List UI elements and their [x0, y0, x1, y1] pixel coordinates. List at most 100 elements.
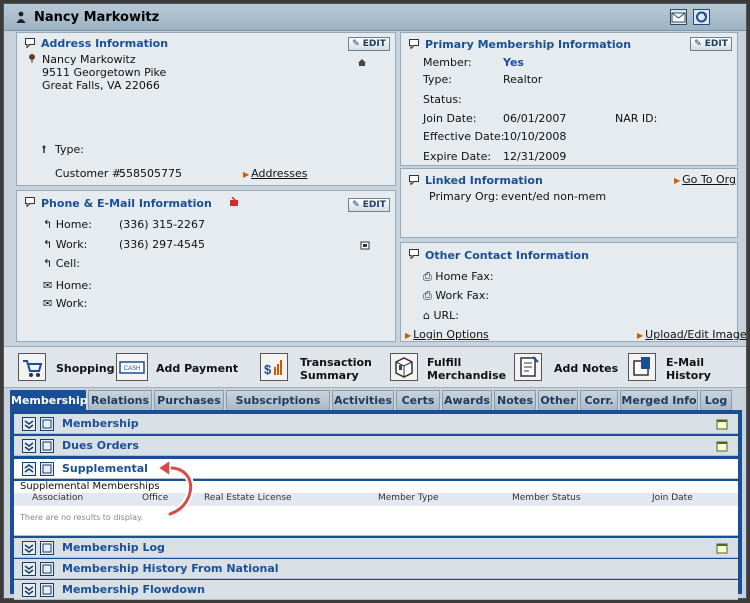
- address-type-label: Type:: [55, 143, 84, 156]
- section-dues-orders[interactable]: Dues Orders: [14, 436, 738, 456]
- address-title: Address Information: [41, 37, 169, 50]
- addresses-link-label[interactable]: Addresses: [251, 167, 307, 180]
- svg-text:CASH: CASH: [124, 366, 141, 372]
- window-icon[interactable]: [40, 439, 54, 453]
- tab-membership[interactable]: Membership: [10, 390, 88, 410]
- column-member-type[interactable]: Member Type: [378, 493, 439, 503]
- tab-certs[interactable]: Certs: [396, 390, 440, 410]
- transaction-summary-button[interactable]: $ Transaction Summary: [260, 353, 372, 383]
- home-email-label-text: Home:: [55, 279, 92, 292]
- tab-corr[interactable]: Corr.: [580, 390, 618, 410]
- location-pin-icon: [29, 54, 35, 63]
- empty-results-message: There are no results to display.: [20, 513, 144, 522]
- linked-panel: Linked Information ▶ Go To Org Primary Or…: [400, 168, 738, 238]
- fulfill-label-line1: Fulfill: [427, 356, 462, 369]
- speech-bubble-icon: [25, 38, 35, 48]
- cell-phone-label: ↰ Cell:: [43, 257, 80, 270]
- tab-other[interactable]: Other: [538, 390, 578, 410]
- section-membership[interactable]: Membership: [14, 414, 738, 434]
- home-fax-label: ⎙ Home Fax:: [423, 270, 494, 284]
- phone-add-icon[interactable]: [229, 197, 240, 207]
- tab-activities[interactable]: Activities: [332, 390, 394, 410]
- address-edit-button[interactable]: ✎ EDIT: [348, 37, 390, 51]
- envelope-icon: ✉: [43, 297, 56, 310]
- mail-icon[interactable]: [670, 9, 687, 25]
- column-member-status[interactable]: Member Status: [512, 493, 581, 503]
- email-history-label: E-Mail History: [666, 356, 711, 382]
- shopping-label: Shopping: [56, 362, 115, 375]
- customer-number-label: Customer #:: [55, 167, 125, 180]
- go-to-org-link[interactable]: ▶ Go To Org: [674, 173, 736, 186]
- go-to-org-label[interactable]: Go To Org: [682, 173, 736, 186]
- calendar-icon[interactable]: [716, 440, 728, 452]
- join-date-value: 06/01/2007: [503, 112, 567, 125]
- extension-icon[interactable]: [360, 241, 371, 251]
- effective-date-value: 10/10/2008: [503, 130, 567, 143]
- phone-icon: ↰: [43, 238, 56, 251]
- tab-purchases[interactable]: Purchases: [154, 390, 224, 410]
- phone-edit-button[interactable]: ✎ EDIT: [348, 198, 390, 212]
- type-icon: [42, 145, 46, 153]
- section-supplemental[interactable]: Supplemental: [14, 459, 738, 479]
- chevron-down-icon[interactable]: [22, 562, 36, 576]
- member-label: Member:: [423, 56, 472, 69]
- tab-log[interactable]: Log: [700, 390, 732, 410]
- chevron-down-icon[interactable]: [22, 583, 36, 597]
- window-icon[interactable]: [40, 417, 54, 431]
- chevron-down-icon[interactable]: [22, 439, 36, 453]
- calendar-icon[interactable]: [716, 542, 728, 554]
- customer-number-value: 558505775: [119, 167, 182, 180]
- membership-status-label: Status:: [423, 93, 462, 106]
- fulfill-label-line2: Merchandise: [427, 369, 507, 382]
- window-icon[interactable]: [40, 562, 54, 576]
- chevron-up-icon[interactable]: [22, 462, 36, 476]
- home-fax-label-text: Home Fax:: [435, 270, 494, 283]
- membership-edit-button[interactable]: ✎ EDIT: [690, 37, 732, 51]
- email-history-icon: [628, 353, 656, 381]
- login-options-label[interactable]: Login Options: [413, 328, 489, 341]
- upload-image-label[interactable]: Upload/Edit Image: [645, 328, 747, 341]
- member-value: Yes: [503, 56, 524, 69]
- fulfill-merchandise-button[interactable]: Fulfill Merchandise: [390, 353, 506, 383]
- section-membership-log[interactable]: Membership Log: [14, 538, 738, 558]
- window-icon[interactable]: [40, 541, 54, 555]
- column-association[interactable]: Association: [32, 493, 83, 503]
- tab-relations[interactable]: Relations: [88, 390, 152, 410]
- section-history-national[interactable]: Membership History From National: [14, 559, 738, 579]
- upload-image-link[interactable]: ▶ Upload/Edit Image: [637, 328, 747, 341]
- other-contact-panel: Other Contact Information ⎙ Home Fax: ⎙ …: [400, 242, 747, 342]
- chevron-down-icon[interactable]: [22, 541, 36, 555]
- addresses-link[interactable]: ▶ Addresses: [243, 167, 307, 180]
- email-history-button[interactable]: E-Mail History: [628, 353, 718, 383]
- tab-awards[interactable]: Awards: [442, 390, 492, 410]
- phone-edit-label: EDIT: [362, 200, 386, 210]
- address-street: 9511 Georgetown Pike: [42, 66, 167, 79]
- tab-bar: Membership Relations Purchases Subscript…: [10, 390, 742, 410]
- login-options-link[interactable]: ▶ Login Options: [405, 328, 489, 341]
- url-label-text: URL:: [433, 309, 460, 322]
- annotation-arrow-icon: [156, 458, 194, 518]
- membership-title: Primary Membership Information: [425, 38, 632, 51]
- home-phone-value: (336) 315-2267: [119, 218, 206, 231]
- window-icon[interactable]: [40, 462, 54, 476]
- tab-subscriptions[interactable]: Subscriptions: [226, 390, 330, 410]
- tab-notes[interactable]: Notes: [494, 390, 536, 410]
- refresh-icon[interactable]: [693, 9, 710, 25]
- box-icon: [390, 353, 418, 381]
- tab-merged-info[interactable]: Merged Info: [620, 390, 698, 410]
- section-membership-log-title: Membership Log: [62, 541, 165, 554]
- calendar-icon[interactable]: [716, 418, 728, 430]
- section-flowdown[interactable]: Membership Flowdown: [14, 580, 738, 600]
- shopping-button[interactable]: Shopping: [18, 353, 115, 383]
- add-payment-button[interactable]: CASH Add Payment: [116, 353, 238, 383]
- arrow-right-icon: ▶: [243, 170, 250, 179]
- nar-id-label: NAR ID:: [615, 112, 658, 125]
- window-icon[interactable]: [40, 583, 54, 597]
- add-notes-button[interactable]: Add Notes: [514, 353, 618, 383]
- map-icon[interactable]: [357, 57, 368, 67]
- column-join-date[interactable]: Join Date: [652, 493, 693, 503]
- expire-date-label: Expire Date:: [423, 150, 492, 163]
- speech-bubble-icon: [409, 175, 419, 185]
- column-license[interactable]: Real Estate License: [204, 493, 292, 503]
- chevron-down-icon[interactable]: [22, 417, 36, 431]
